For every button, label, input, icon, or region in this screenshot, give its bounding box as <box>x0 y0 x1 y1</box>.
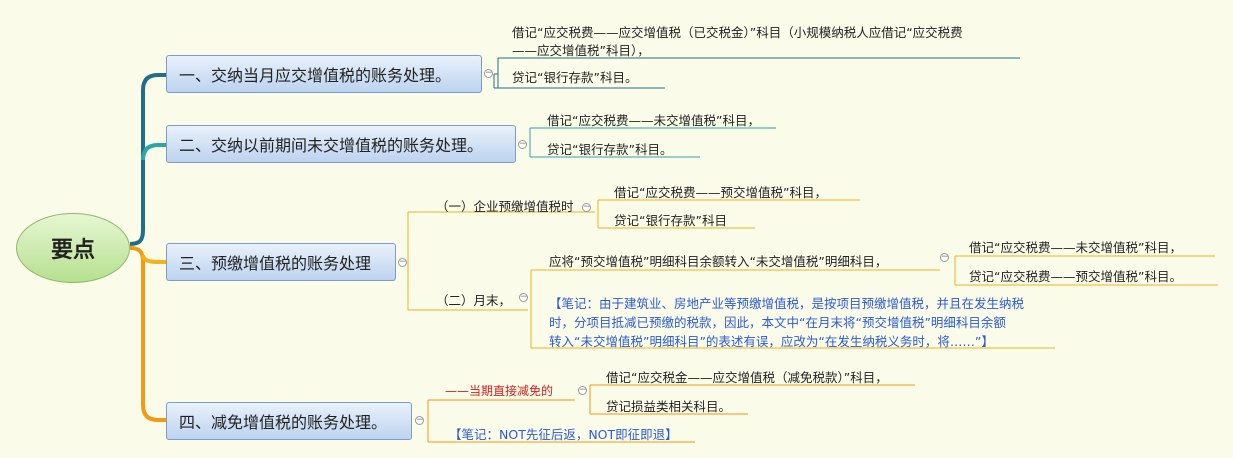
branch-4-node[interactable]: 四、减免增值税的账务处理。 <box>166 402 412 440</box>
collapse-toggle-icon[interactable]: − <box>518 140 527 149</box>
branch-4-sub-label[interactable]: ——当期直接减免的 <box>445 382 553 399</box>
branch-3-sub-2[interactable]: （二）月末， <box>436 290 511 309</box>
branch-2-node[interactable]: 二、交纳以前期间未交增值税的账务处理。 <box>166 125 516 163</box>
branch-3-note-line-1: 【笔记：由于建筑业、房地产业等预缴增值税，是按项目预缴增值税，并且在发生纳税 <box>549 296 1025 311</box>
collapse-toggle-icon[interactable]: − <box>940 253 949 262</box>
branch-3-note-line-3: 转入“未交增值税”明细科目”的表述有误，应改为“在发生纳税义务时，将……”】 <box>549 334 994 349</box>
collapse-toggle-icon[interactable]: − <box>484 69 493 78</box>
collapse-toggle-icon[interactable]: − <box>578 386 587 395</box>
branch-4-leaf-2: 贷记损益类相关科目。 <box>606 399 732 414</box>
collapse-toggle-icon[interactable]: − <box>398 258 407 267</box>
collapse-toggle-icon[interactable]: − <box>415 416 424 425</box>
branch-3-sub-1-leaf-2: 贷记“银行存款”科目 <box>614 213 727 228</box>
root-node[interactable]: 要点 <box>16 213 130 283</box>
branch-4-leaf-1: 借记“应交税金——应交增值税（减免税款）”科目， <box>606 370 888 385</box>
branch-3-node[interactable]: 三、预缴增值税的账务处理 <box>166 243 396 281</box>
branch-1-leaf-2: 贷记“银行存款”科目。 <box>512 70 638 85</box>
branch-1-leaf-1: 借记“应交税费——应交增值税（已交税金）”科目（小规模纳税人应借记“应交税费 <box>512 25 963 40</box>
branch-3-sub-1[interactable]: （一）企业预缴增值税时 <box>436 196 574 215</box>
branch-3-sub-2-leaf-1: 借记“应交税费——未交增值税”科目， <box>969 240 1182 255</box>
branch-4-note: 【笔记：NOT先征后返，NOT即征即退】 <box>449 427 678 442</box>
branch-1-node[interactable]: 一、交纳当月应交增值税的账务处理。 <box>166 55 482 93</box>
branch-3-transfer: 应将“预交增值税”明细科目余额转入“未交增值税”明细科目， <box>549 254 888 269</box>
branch-3-sub-1-leaf-1: 借记“应交税费——预交增值税”科目， <box>614 185 827 200</box>
collapse-toggle-icon[interactable]: − <box>519 293 528 302</box>
branch-2-leaf-1: 借记“应交税费——未交增值税”科目， <box>547 113 760 128</box>
collapse-toggle-icon[interactable]: − <box>582 203 591 212</box>
branch-1-leaf-1b: ——应交增值税”科目）， <box>512 43 650 58</box>
branch-3-note-line-2: 时，分项目抵减已预缴的税款，因此，本文中“在月末将“预交增值税”明细科目余额 <box>549 315 1006 330</box>
branch-3-sub-2-leaf-2: 贷记“应交税费——预交增值税”科目。 <box>969 269 1182 284</box>
branch-2-leaf-2: 贷记“银行存款”科目。 <box>547 142 673 157</box>
